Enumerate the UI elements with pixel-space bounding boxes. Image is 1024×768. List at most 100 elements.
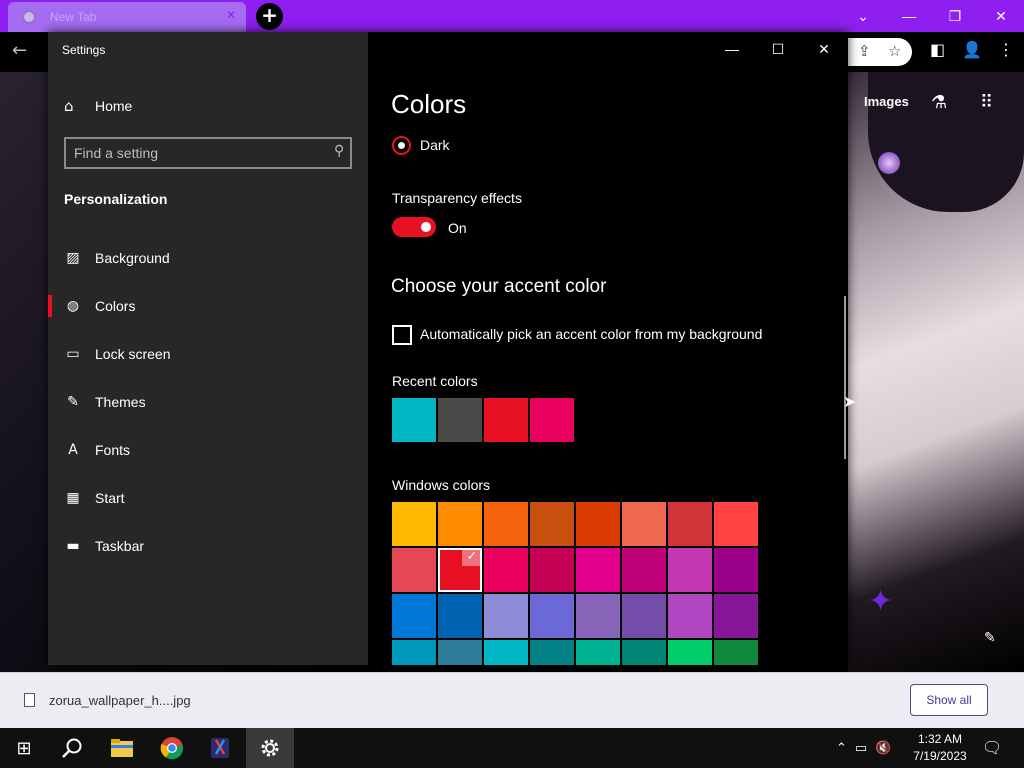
notifications-icon[interactable]: 🗨 [982, 738, 1002, 757]
dark-mode-radio[interactable] [392, 136, 411, 155]
settings-search-box[interactable]: ⚲ [64, 137, 352, 169]
recent-color-swatch[interactable] [484, 398, 528, 442]
nav-item-taskbar[interactable]: ▬ Taskbar [48, 522, 368, 570]
tab-search-button[interactable]: ⌄ [840, 0, 886, 32]
browser-close-button[interactable]: ✕ [978, 0, 1024, 32]
snipping-tool-button[interactable] [196, 728, 244, 768]
transparency-state: On [448, 220, 467, 236]
settings-taskbar-button[interactable] [246, 728, 294, 768]
nav-item-label: Lock screen [95, 346, 171, 362]
windows-color-swatch[interactable] [392, 594, 436, 638]
labs-flask-icon[interactable]: ⚗ [931, 92, 947, 113]
browser-restore-button[interactable]: ❐ [932, 0, 978, 32]
window-title: Settings [62, 43, 106, 57]
taskbar-search-button[interactable] [48, 728, 96, 768]
windows-color-swatch[interactable] [392, 640, 436, 665]
recent-color-swatch[interactable] [530, 398, 574, 442]
nav-item-label: Themes [95, 394, 146, 410]
folder-icon [111, 739, 133, 757]
chevron-up-icon[interactable]: ⌃ [836, 741, 847, 756]
recent-color-swatch[interactable] [392, 398, 436, 442]
page-title: Colors [391, 89, 467, 119]
windows-color-swatch[interactable] [576, 640, 620, 665]
back-arrow-icon[interactable]: ← [12, 40, 27, 61]
nav-item-start[interactable]: ▦ Start [48, 474, 368, 522]
windows-colors-grid [392, 502, 758, 665]
windows-color-swatch[interactable] [714, 502, 758, 546]
new-tab-button[interactable]: + [256, 3, 283, 30]
windows-color-swatch[interactable] [392, 502, 436, 546]
windows-color-swatch[interactable] [668, 502, 712, 546]
transparency-toggle[interactable] [392, 217, 436, 237]
nav-item-colors[interactable]: ◍ Colors [48, 282, 368, 330]
windows-color-swatch[interactable] [714, 640, 758, 665]
images-link[interactable]: Images [864, 94, 909, 109]
apps-grid-icon[interactable]: ⠿ [980, 92, 993, 113]
windows-color-swatch[interactable] [576, 502, 620, 546]
windows-color-swatch[interactable] [576, 594, 620, 638]
settings-minimize-button[interactable]: — [709, 38, 755, 62]
start-button[interactable]: ⊞ [0, 728, 48, 768]
windows-color-swatch[interactable] [714, 548, 758, 592]
download-file-name[interactable]: zorua_wallpaper_h....jpg [49, 693, 191, 708]
nav-item-themes[interactable]: ✎ Themes [48, 378, 368, 426]
clock-time: 1:32 AM [917, 732, 963, 746]
windows-color-swatch[interactable] [668, 548, 712, 592]
windows-color-swatch[interactable] [484, 548, 528, 592]
chrome-taskbar-button[interactable] [148, 728, 196, 768]
show-all-button[interactable]: Show all [910, 684, 988, 716]
settings-maximize-button[interactable]: ☐ [755, 38, 801, 62]
nav-item-background[interactable]: ▨ Background [48, 234, 368, 282]
browser-tab-bar: New Tab ✕ + ⌄ — ❐ ✕ [0, 0, 1024, 32]
auto-accent-label[interactable]: Automatically pick an accent color from … [420, 326, 762, 342]
windows-color-swatch[interactable] [438, 594, 482, 638]
taskbar-clock[interactable]: 1:32 AM 7/19/2023 [910, 731, 970, 765]
share-icon[interactable]: ⇪ [858, 42, 871, 60]
anime-eye-shape [878, 152, 900, 174]
nav-item-fonts[interactable]: A Fonts [48, 426, 368, 474]
windows-color-swatch[interactable] [668, 594, 712, 638]
windows-color-swatch[interactable] [622, 502, 666, 546]
windows-color-swatch[interactable] [622, 594, 666, 638]
menu-kebab-icon[interactable]: ⋮ [998, 40, 1014, 59]
windows-color-swatch[interactable] [530, 640, 574, 665]
bookmark-star-icon[interactable]: ☆ [888, 42, 901, 60]
windows-color-swatch[interactable] [438, 502, 482, 546]
content-scrollbar[interactable] [844, 296, 846, 459]
windows-color-swatch[interactable] [438, 640, 482, 665]
mouse-cursor-icon: ➤ [843, 392, 857, 411]
windows-color-swatch[interactable] [530, 548, 574, 592]
windows-color-swatch[interactable] [622, 640, 666, 665]
network-icon[interactable]: ▭ [855, 741, 867, 756]
auto-accent-checkbox[interactable] [392, 325, 412, 345]
find-setting-input[interactable] [74, 144, 314, 162]
windows-color-swatch[interactable] [530, 502, 574, 546]
browser-tab[interactable]: New Tab ✕ [8, 2, 246, 32]
nav-item-label: Start [95, 490, 125, 506]
nav-home[interactable]: ⌂ Home [64, 96, 132, 116]
tab-close-icon[interactable]: ✕ [226, 8, 236, 22]
windows-color-swatch[interactable] [530, 594, 574, 638]
dark-mode-label[interactable]: Dark [420, 137, 450, 153]
windows-color-swatch[interactable] [622, 548, 666, 592]
file-explorer-button[interactable] [98, 728, 146, 768]
windows-color-swatch[interactable] [484, 640, 528, 665]
side-panel-icon[interactable]: ◧ [930, 40, 945, 59]
windows-color-swatch[interactable] [668, 640, 712, 665]
windows-color-swatch[interactable] [576, 548, 620, 592]
recent-color-swatch[interactable] [438, 398, 482, 442]
windows-color-swatch[interactable] [484, 594, 528, 638]
windows-color-swatch[interactable] [392, 548, 436, 592]
settings-close-button[interactable]: ✕ [801, 38, 847, 62]
windows-color-swatch[interactable] [714, 594, 758, 638]
nav-item-lock-screen[interactable]: ▭ Lock screen [48, 330, 368, 378]
settings-content-pane: — ☐ ✕ Colors Dark Transparency effects O… [368, 32, 848, 665]
browser-minimize-button[interactable]: — [886, 0, 932, 32]
volume-muted-icon[interactable]: 🔇 [875, 741, 891, 756]
windows-color-swatch[interactable] [484, 502, 528, 546]
profile-icon[interactable]: 👤 [962, 40, 982, 59]
pencil-edit-icon[interactable]: ✎ [984, 630, 996, 646]
windows-taskbar: ⊞ ⌃ ▭ 🔇 1:32 AM 7/19/2023 🗨 [0, 728, 1024, 768]
windows-color-swatch[interactable] [438, 548, 482, 592]
search-icon[interactable]: ⚲ [334, 143, 344, 159]
